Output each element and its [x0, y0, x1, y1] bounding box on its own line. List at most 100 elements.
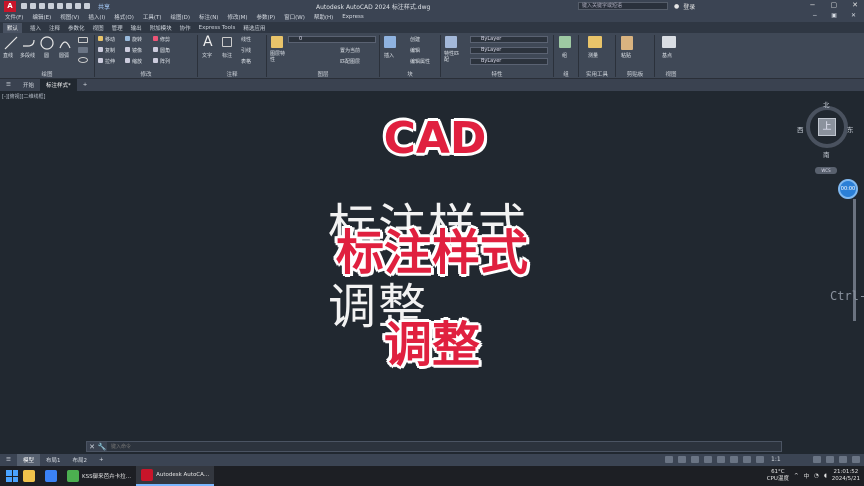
stretch-label[interactable]: 拉伸: [105, 58, 115, 65]
line-icon[interactable]: [4, 36, 18, 50]
share-button[interactable]: 共享: [98, 2, 110, 11]
wcs-menu[interactable]: WCS: [815, 167, 837, 174]
compass-south[interactable]: 南: [823, 149, 830, 159]
search-input[interactable]: 键入关键字或短语: [578, 2, 668, 10]
taskbar-explorer[interactable]: [18, 466, 40, 486]
menu-modify[interactable]: 修改(M): [227, 13, 247, 21]
doc-minimize-icon[interactable]: −: [812, 12, 817, 19]
menu-file[interactable]: 文件(F): [5, 13, 23, 21]
rotate-label[interactable]: 旋转: [132, 36, 142, 43]
layer-properties-label[interactable]: 图层特性: [270, 51, 286, 63]
doc-tab-start[interactable]: 开始: [17, 79, 40, 91]
fillet-icon[interactable]: [153, 47, 158, 52]
groups-group-label[interactable]: 组: [555, 70, 577, 78]
tab-output[interactable]: 输出: [131, 24, 142, 32]
group-label[interactable]: 组: [562, 52, 567, 59]
menu-express[interactable]: Express: [342, 14, 363, 20]
block-group-label[interactable]: 块: [381, 70, 439, 78]
clipboard-group-label[interactable]: 剪贴板: [617, 70, 653, 78]
ortho-icon[interactable]: [704, 456, 712, 463]
color-dropdown[interactable]: ByLayer: [470, 36, 548, 43]
doc-restore-icon[interactable]: ▣: [831, 12, 837, 19]
chevron-up-icon[interactable]: ^: [794, 473, 799, 479]
tab-featured-apps[interactable]: 精选应用: [243, 24, 265, 32]
volume-icon[interactable]: ◖: [824, 473, 827, 479]
language-indicator[interactable]: 中: [804, 472, 810, 480]
viewcube[interactable]: 上 北 南 东 西: [797, 99, 855, 159]
create-block-label[interactable]: 创建: [410, 36, 420, 43]
dimension-icon[interactable]: [222, 37, 232, 47]
print-icon[interactable]: [66, 3, 72, 9]
menu-insert[interactable]: 插入(I): [88, 13, 105, 21]
drawing-canvas[interactable]: [-][俯视][二维线框] 标注样式 调整 CAD 标注样式 调整 上 北 南 …: [0, 91, 864, 440]
edit-block-label[interactable]: 编辑: [410, 47, 420, 54]
tab-parametric[interactable]: 参数化: [68, 24, 85, 32]
close-icon[interactable]: ✕: [852, 1, 858, 9]
layout-tab-1[interactable]: 布局1: [40, 454, 67, 466]
polyline-icon[interactable]: [22, 36, 36, 50]
polar-icon[interactable]: [717, 456, 725, 463]
menu-draw[interactable]: 绘图(D): [171, 13, 191, 21]
rotate-icon[interactable]: [125, 36, 130, 41]
rectangle-icon[interactable]: [78, 37, 88, 43]
close-command-icon[interactable]: ✕: [87, 443, 97, 451]
clean-screen-icon[interactable]: [839, 456, 847, 463]
menu-format[interactable]: 格式(O): [114, 13, 134, 21]
web-icon[interactable]: [57, 3, 63, 9]
set-current-label[interactable]: 置为当前: [340, 47, 360, 54]
menu-parametric[interactable]: 参数(P): [257, 13, 276, 21]
hatch-icon[interactable]: [78, 47, 88, 53]
linetype-dropdown[interactable]: ByLayer: [470, 47, 548, 54]
maximize-icon[interactable]: ▢: [831, 1, 838, 9]
match-properties-icon[interactable]: [445, 36, 457, 48]
mirror-icon[interactable]: [125, 47, 130, 52]
status-menu-icon[interactable]: ☰: [0, 455, 17, 465]
otrack-icon[interactable]: [743, 456, 751, 463]
tab-collaborate[interactable]: 协作: [180, 24, 191, 32]
fillet-label[interactable]: 圆角: [160, 47, 170, 54]
leader-label[interactable]: 引线: [241, 47, 251, 54]
linear-label[interactable]: 线性: [241, 36, 251, 43]
view-group-label[interactable]: 视图: [656, 70, 686, 78]
edit-attributes-label[interactable]: 编辑属性: [410, 58, 430, 65]
add-layout-icon[interactable]: +: [93, 455, 110, 465]
layers-group-label[interactable]: 图层: [268, 70, 378, 78]
table-label[interactable]: 表格: [241, 58, 251, 65]
taskbar-app-1[interactable]: KSS御来芭卉卡拉…: [62, 466, 136, 486]
menu-dimension[interactable]: 标注(N): [199, 13, 218, 21]
wifi-icon[interactable]: ◔: [814, 473, 819, 479]
tab-manage[interactable]: 管理: [112, 24, 123, 32]
new-icon[interactable]: [21, 3, 27, 9]
system-clock[interactable]: 21:01:52 2024/5/21: [832, 469, 860, 483]
undo-icon[interactable]: [75, 3, 81, 9]
match-layer-label[interactable]: 匹配图层: [340, 58, 360, 65]
stretch-icon[interactable]: [98, 58, 103, 63]
save-icon[interactable]: [39, 3, 45, 9]
draw-group-label[interactable]: 绘图: [0, 70, 94, 78]
insert-block-icon[interactable]: [384, 36, 396, 48]
tab-default[interactable]: 默认: [3, 22, 23, 33]
measure-label[interactable]: 测量: [588, 52, 598, 59]
tab-annotate[interactable]: 注释: [49, 24, 60, 32]
workspace-icon[interactable]: [813, 456, 821, 463]
layer-dropdown[interactable]: 0: [288, 36, 376, 43]
tab-addins[interactable]: 附加模块: [150, 24, 172, 32]
grid-icon[interactable]: [678, 456, 686, 463]
paste-icon[interactable]: [621, 36, 633, 50]
redo-icon[interactable]: [84, 3, 90, 9]
mirror-label[interactable]: 镜像: [132, 47, 142, 54]
annotation-scale[interactable]: 1:1: [771, 456, 781, 463]
open-icon[interactable]: [30, 3, 36, 9]
lineweight-icon[interactable]: [756, 456, 764, 463]
text-label[interactable]: 文字: [202, 52, 212, 59]
login-label[interactable]: 登录: [683, 2, 695, 11]
save-as-icon[interactable]: [48, 3, 54, 9]
copy-icon[interactable]: [98, 47, 103, 52]
menu-help[interactable]: 帮助(H): [314, 13, 333, 21]
circle-label[interactable]: 圆: [44, 52, 49, 59]
layer-properties-icon[interactable]: [271, 36, 283, 48]
base-view-icon[interactable]: [662, 36, 676, 48]
taskbar-autocad[interactable]: Autodesk AutoCA…: [136, 466, 215, 486]
autocad-logo[interactable]: A: [4, 0, 16, 12]
model-space-icon[interactable]: [665, 456, 673, 463]
